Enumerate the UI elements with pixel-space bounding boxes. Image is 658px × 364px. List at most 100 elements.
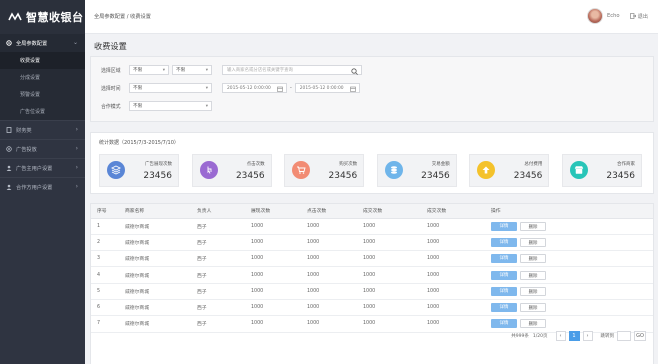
table-cell: 威德尔商城 xyxy=(119,250,191,268)
date-end-input[interactable]: 2015-05-12 0:00:00 xyxy=(294,83,360,93)
search-placeholder: 输入商家名或分店名或关键字查询 xyxy=(227,68,293,73)
logout-icon xyxy=(629,13,636,19)
table-cell: 1000 xyxy=(245,250,301,268)
page-button-current[interactable]: 1 xyxy=(568,331,580,341)
select-value: 不限 xyxy=(176,68,186,73)
filter-panel: 选择区域 不限 ▾ 不限 ▾ 输入商家名或分店名或关键字查询 选择时间 不限 ▾ 20… xyxy=(90,56,654,122)
table-cell: 1000 xyxy=(245,218,301,235)
table-cell: 1 xyxy=(91,218,119,235)
table-cell: 威德尔商城 xyxy=(119,218,191,235)
filter-row-region: 选择区域 不限 ▾ 不限 ▾ 输入商家名或分店名或关键字查询 xyxy=(101,65,362,75)
select-value: 不限 xyxy=(133,86,143,91)
column-header: 展现次数 xyxy=(245,204,301,219)
column-header: 序号 xyxy=(91,204,119,219)
next-page-button[interactable]: › xyxy=(582,331,593,341)
table-actions: 详情 删除 xyxy=(485,299,653,317)
table-cell: 2 xyxy=(91,234,119,252)
delete-button[interactable]: 删除 xyxy=(520,270,546,280)
table-cell: 西子 xyxy=(191,218,245,235)
table-actions: 详情 删除 xyxy=(485,250,653,268)
time-label: 选择时间 xyxy=(101,85,121,92)
sidebar-group-finance[interactable]: 财务类 › xyxy=(0,121,85,139)
stat-card: 购买次数 23456 xyxy=(284,154,365,187)
stat-name: 合作商家 xyxy=(617,162,635,167)
stats-panel: 统计数据（2015/7/3-2015/7/10） 广告展现次数 23456 点击次数… xyxy=(90,132,654,194)
avatar[interactable] xyxy=(587,8,604,24)
table-cell: 西子 xyxy=(191,234,245,252)
stats-title: 统计数据（2015/7/3-2015/7/10） xyxy=(99,140,179,146)
column-header: 负责人 xyxy=(191,204,245,219)
stat-value: 23456 xyxy=(143,171,172,181)
search-icon[interactable] xyxy=(351,67,358,75)
detail-button[interactable]: 详情 xyxy=(491,270,517,280)
prev-page-button[interactable]: ‹ xyxy=(555,331,566,341)
detail-button[interactable]: 详情 xyxy=(491,303,517,313)
logo-text: 智慧收银台 xyxy=(26,11,84,24)
stat-card: 广告展现次数 23456 xyxy=(99,154,179,187)
detail-button[interactable]: 详情 xyxy=(491,286,517,296)
layers-icon xyxy=(107,161,125,179)
region-select-1[interactable]: 不限 ▾ xyxy=(129,65,169,75)
stat-card: 总付费用 23456 xyxy=(469,154,550,187)
date-start-input[interactable]: 2015-05-12 0:00:00 xyxy=(222,83,287,93)
delete-button[interactable]: 删除 xyxy=(520,254,546,264)
main-content: 收费设置 选择区域 不限 ▾ 不限 ▾ 输入商家名或分店名或关键字查询 选择时间 不… xyxy=(85,34,658,364)
stat-card: 交易金额 23456 xyxy=(376,154,457,187)
sidebar-group-global-config[interactable]: 全局参数配置 ⌄ xyxy=(0,34,85,52)
delete-button[interactable]: 删除 xyxy=(520,319,546,329)
column-header: 成交次数 xyxy=(421,204,485,219)
time-select[interactable]: 不限 ▾ xyxy=(129,83,212,93)
logout-button[interactable]: 退出 xyxy=(629,13,648,20)
table-cell: 1000 xyxy=(421,299,485,317)
sidebar-group-ad-delivery[interactable]: 广告投放 › xyxy=(0,140,85,158)
user-icon xyxy=(6,184,12,190)
table-row: 1 威德尔商城 西子 1000 1000 1000 1000 详情 删除 xyxy=(91,218,653,235)
stat-card: 点击次数 23456 xyxy=(191,154,272,187)
pager-total: 共999条 xyxy=(511,334,529,339)
delete-button[interactable]: 删除 xyxy=(520,286,546,296)
chevron-right-icon: › xyxy=(75,164,78,171)
pointer-icon xyxy=(199,161,218,179)
table-header: 序号 商家名称 负责人 展现次数 点击次数 成交次数 成交次数 操作 xyxy=(91,204,653,219)
sidebar-item-ad-slot-settings[interactable]: 广告位设置 xyxy=(0,103,85,120)
table-cell: 5 xyxy=(91,283,119,300)
sidebar-item-alert-settings[interactable]: 预警设置 xyxy=(0,86,85,103)
delete-button[interactable]: 删除 xyxy=(520,303,546,313)
username[interactable]: Echo xyxy=(607,13,620,19)
table-cell: 1000 xyxy=(357,234,421,252)
table-actions: 详情 删除 xyxy=(485,218,653,235)
sidebar-group-advertiser-users[interactable]: 广告主用户设置 › xyxy=(0,159,85,177)
table-actions: 详情 删除 xyxy=(485,283,653,300)
jump-page-input[interactable] xyxy=(617,331,631,341)
go-button[interactable]: GO xyxy=(634,331,646,341)
sidebar-item-fee-settings[interactable]: 收费设置 xyxy=(0,52,85,69)
stat-name: 交易金额 xyxy=(431,162,450,167)
detail-button[interactable]: 详情 xyxy=(491,319,517,329)
date-start-value: 2015-05-12 0:00:00 xyxy=(227,85,271,91)
select-value: 不限 xyxy=(133,68,143,73)
date-separator: - xyxy=(290,85,292,91)
breadcrumb: 全局参数配置 / 收费设置 xyxy=(94,14,151,20)
region-select-2[interactable]: 不限 ▾ xyxy=(172,65,212,75)
table-actions: 详情 删除 xyxy=(485,234,653,252)
delete-button[interactable]: 删除 xyxy=(520,221,546,231)
sidebar-item-share-settings[interactable]: 分成设置 xyxy=(0,69,85,86)
stat-card: 合作商家 23456 xyxy=(562,154,642,187)
logo[interactable]: 智慧收银台 xyxy=(0,0,85,34)
detail-button[interactable]: 详情 xyxy=(491,237,517,247)
search-input[interactable]: 输入商家名或分店名或关键字查询 xyxy=(222,65,362,75)
table-cell: 1000 xyxy=(357,250,421,268)
delete-button[interactable]: 删除 xyxy=(520,237,546,247)
detail-button[interactable]: 详情 xyxy=(491,221,517,231)
stat-name: 购买次数 xyxy=(339,162,358,167)
sidebar-group-label: 广告投放 xyxy=(16,146,37,153)
detail-button[interactable]: 详情 xyxy=(491,254,517,264)
sidebar-group-label: 广告主用户设置 xyxy=(16,165,53,172)
chevron-right-icon: › xyxy=(75,126,78,133)
sidebar-group-partner-users[interactable]: 合作方用户设置 › xyxy=(0,178,85,196)
user-icon xyxy=(6,165,12,171)
table-cell: 1000 xyxy=(245,299,301,317)
table-cell: 西子 xyxy=(191,266,245,284)
mode-select[interactable]: 不限 ▾ xyxy=(129,101,212,111)
table-cell: 威德尔商城 xyxy=(119,299,191,317)
